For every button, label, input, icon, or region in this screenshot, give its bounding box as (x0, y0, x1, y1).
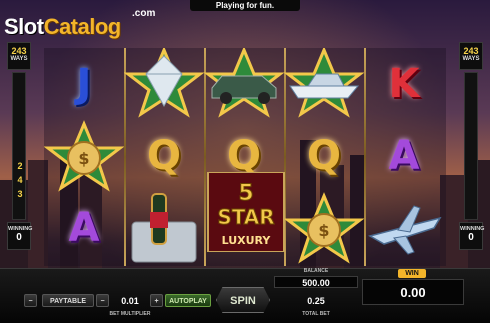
winning-label-right: WINNING (460, 226, 485, 232)
logo-text-slot: Slot (4, 14, 44, 39)
ways-column-right (464, 72, 478, 220)
ways-value-right: 243 (463, 46, 479, 56)
money-bag-star-icon: $ (284, 192, 364, 264)
balance-value: 500.00 (274, 276, 358, 288)
ways-digit-column: 2 4 3 (12, 72, 26, 220)
bet-decrease-left-button[interactable]: − (24, 294, 37, 307)
ways-digit-1: 2 (17, 161, 23, 171)
yacht-star-icon (284, 48, 364, 120)
winning-box-right: WINNING 0 (459, 222, 485, 250)
symbol-letter-k: K (388, 61, 420, 107)
bet-multiplier-increase-button[interactable]: + (150, 294, 163, 307)
luxury-car-icon (204, 48, 284, 120)
ways-value-left: 243 (11, 46, 27, 56)
slotcatalog-logo: SlotCatalog .com (4, 8, 172, 42)
five-star-luxury-icon: 5 STAR LUXURY (206, 171, 286, 253)
winning-value-left: 0 (16, 232, 22, 243)
winning-value-right: 0 (468, 232, 474, 243)
five-star-number: 5 (238, 181, 253, 206)
bet-multiplier-label: BET MULTIPLIER (109, 311, 151, 317)
bet-multiplier-decrease-button[interactable]: − (96, 294, 109, 307)
winning-label-left: WINNING (8, 226, 33, 232)
symbol-letter-q: Q (306, 133, 341, 179)
logo-text-catalog: Catalog (43, 14, 122, 39)
symbol-letter-j: J (76, 61, 92, 107)
total-bet-value: 0.25 (307, 296, 325, 306)
five-star-luxury: LUXURY (222, 234, 272, 247)
ways-label-left: WAYS (10, 56, 28, 62)
champagne-icon (124, 192, 204, 264)
symbol-letter-a: A (68, 205, 100, 251)
spin-button[interactable]: SPIN (216, 287, 270, 313)
bet-multiplier-value: 0.01 (121, 296, 139, 306)
ways-panel-left: 243 WAYS 2 4 3 WINNING 0 (7, 42, 33, 264)
ways-box-left: 243 WAYS (7, 42, 31, 70)
win-value: 0.00 (362, 279, 464, 305)
diamond-star-icon (124, 48, 204, 120)
ways-label-right: WAYS (462, 56, 480, 62)
five-star-word: STAR (217, 205, 274, 229)
ways-box-right: 243 WAYS (459, 42, 483, 70)
winning-box-left: WINNING 0 (7, 222, 33, 250)
svg-text:$: $ (78, 149, 89, 168)
ways-digit-2: 4 (17, 175, 23, 185)
symbol-letter-a: A (388, 133, 420, 179)
total-bet-label: TOTAL BET (302, 311, 330, 317)
symbol-letter-q: Q (146, 133, 181, 179)
private-jet-icon (364, 192, 444, 264)
paytable-button[interactable]: PAYTABLE (42, 294, 94, 307)
ways-panel-right: 243 WAYS WINNING 0 (459, 42, 485, 264)
ways-digit-3: 3 (17, 189, 23, 199)
status-message: Playing for fun. (190, 0, 300, 11)
balance-label: BALANCE (303, 268, 329, 274)
money-bag-star-icon: $ (44, 120, 124, 192)
win-label: WIN (398, 269, 426, 278)
logo-text-com: .com (132, 8, 156, 19)
svg-text:$: $ (318, 221, 329, 240)
autoplay-button[interactable]: AUTOPLAY (165, 294, 211, 307)
